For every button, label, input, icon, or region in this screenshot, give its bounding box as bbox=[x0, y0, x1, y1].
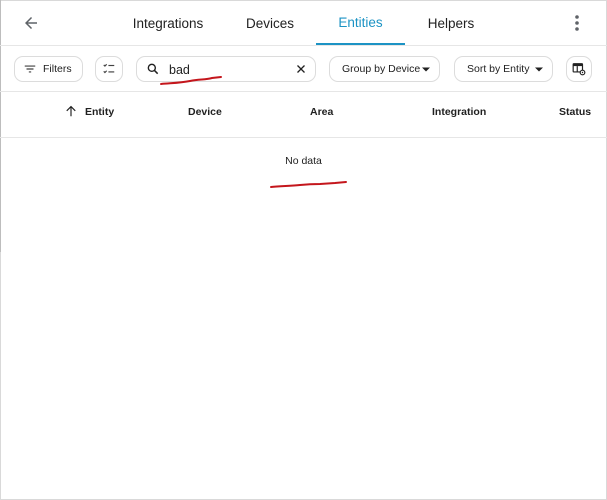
dots-vertical-icon bbox=[575, 15, 579, 31]
column-header-integration[interactable]: Integration bbox=[432, 106, 486, 118]
tab-label: Entities bbox=[338, 14, 383, 30]
caret-down-icon bbox=[422, 67, 430, 72]
arrow-up-icon bbox=[66, 105, 76, 117]
active-tab-indicator bbox=[316, 43, 405, 45]
caret-down-icon bbox=[535, 67, 543, 72]
column-label: Area bbox=[310, 106, 334, 118]
table-settings-button[interactable] bbox=[566, 56, 592, 82]
overflow-menu-button[interactable] bbox=[566, 11, 588, 35]
sort-by-label: Sort by Entity bbox=[467, 63, 530, 75]
tab-label: Integrations bbox=[132, 15, 204, 31]
filters-button[interactable]: Filters bbox=[14, 56, 83, 82]
group-by-dropdown[interactable]: Group by Device bbox=[329, 56, 440, 82]
tab-integrations[interactable]: Integrations bbox=[128, 0, 208, 46]
tab-devices[interactable]: Devices bbox=[236, 0, 304, 46]
column-label: Device bbox=[188, 106, 222, 118]
tab-label: Helpers bbox=[427, 15, 475, 31]
search-icon bbox=[147, 63, 159, 75]
top-app-bar: Integrations Devices Entities Helpers bbox=[0, 0, 607, 46]
selection-mode-button[interactable] bbox=[95, 56, 123, 82]
column-header-entity[interactable]: Entity bbox=[64, 105, 115, 118]
group-by-label: Group by Device bbox=[342, 63, 421, 75]
back-button[interactable] bbox=[17, 9, 45, 37]
checklist-icon bbox=[103, 63, 115, 74]
search-field[interactable] bbox=[136, 56, 316, 82]
column-label: Status bbox=[559, 106, 592, 118]
sort-by-dropdown[interactable]: Sort by Entity bbox=[454, 56, 553, 82]
column-header-area[interactable]: Area bbox=[310, 106, 333, 118]
column-label: Entity bbox=[85, 106, 115, 118]
tab-entities[interactable]: Entities bbox=[316, 0, 405, 44]
search-input[interactable] bbox=[169, 61, 289, 79]
filters-label: Filters bbox=[43, 63, 72, 75]
clear-search-icon[interactable] bbox=[295, 63, 307, 75]
arrow-left-icon bbox=[25, 17, 37, 29]
toolbar-divider bbox=[0, 91, 607, 92]
table-cog-icon bbox=[572, 63, 586, 76]
column-header-status[interactable]: Status bbox=[559, 106, 591, 118]
empty-state-message: No data bbox=[285, 155, 322, 167]
tab-helpers[interactable]: Helpers bbox=[419, 0, 483, 46]
tab-label: Devices bbox=[245, 15, 294, 31]
column-header-device[interactable]: Device bbox=[188, 106, 222, 118]
filter-icon bbox=[24, 65, 36, 73]
column-label: Integration bbox=[432, 106, 487, 118]
table-header-divider bbox=[0, 137, 607, 138]
